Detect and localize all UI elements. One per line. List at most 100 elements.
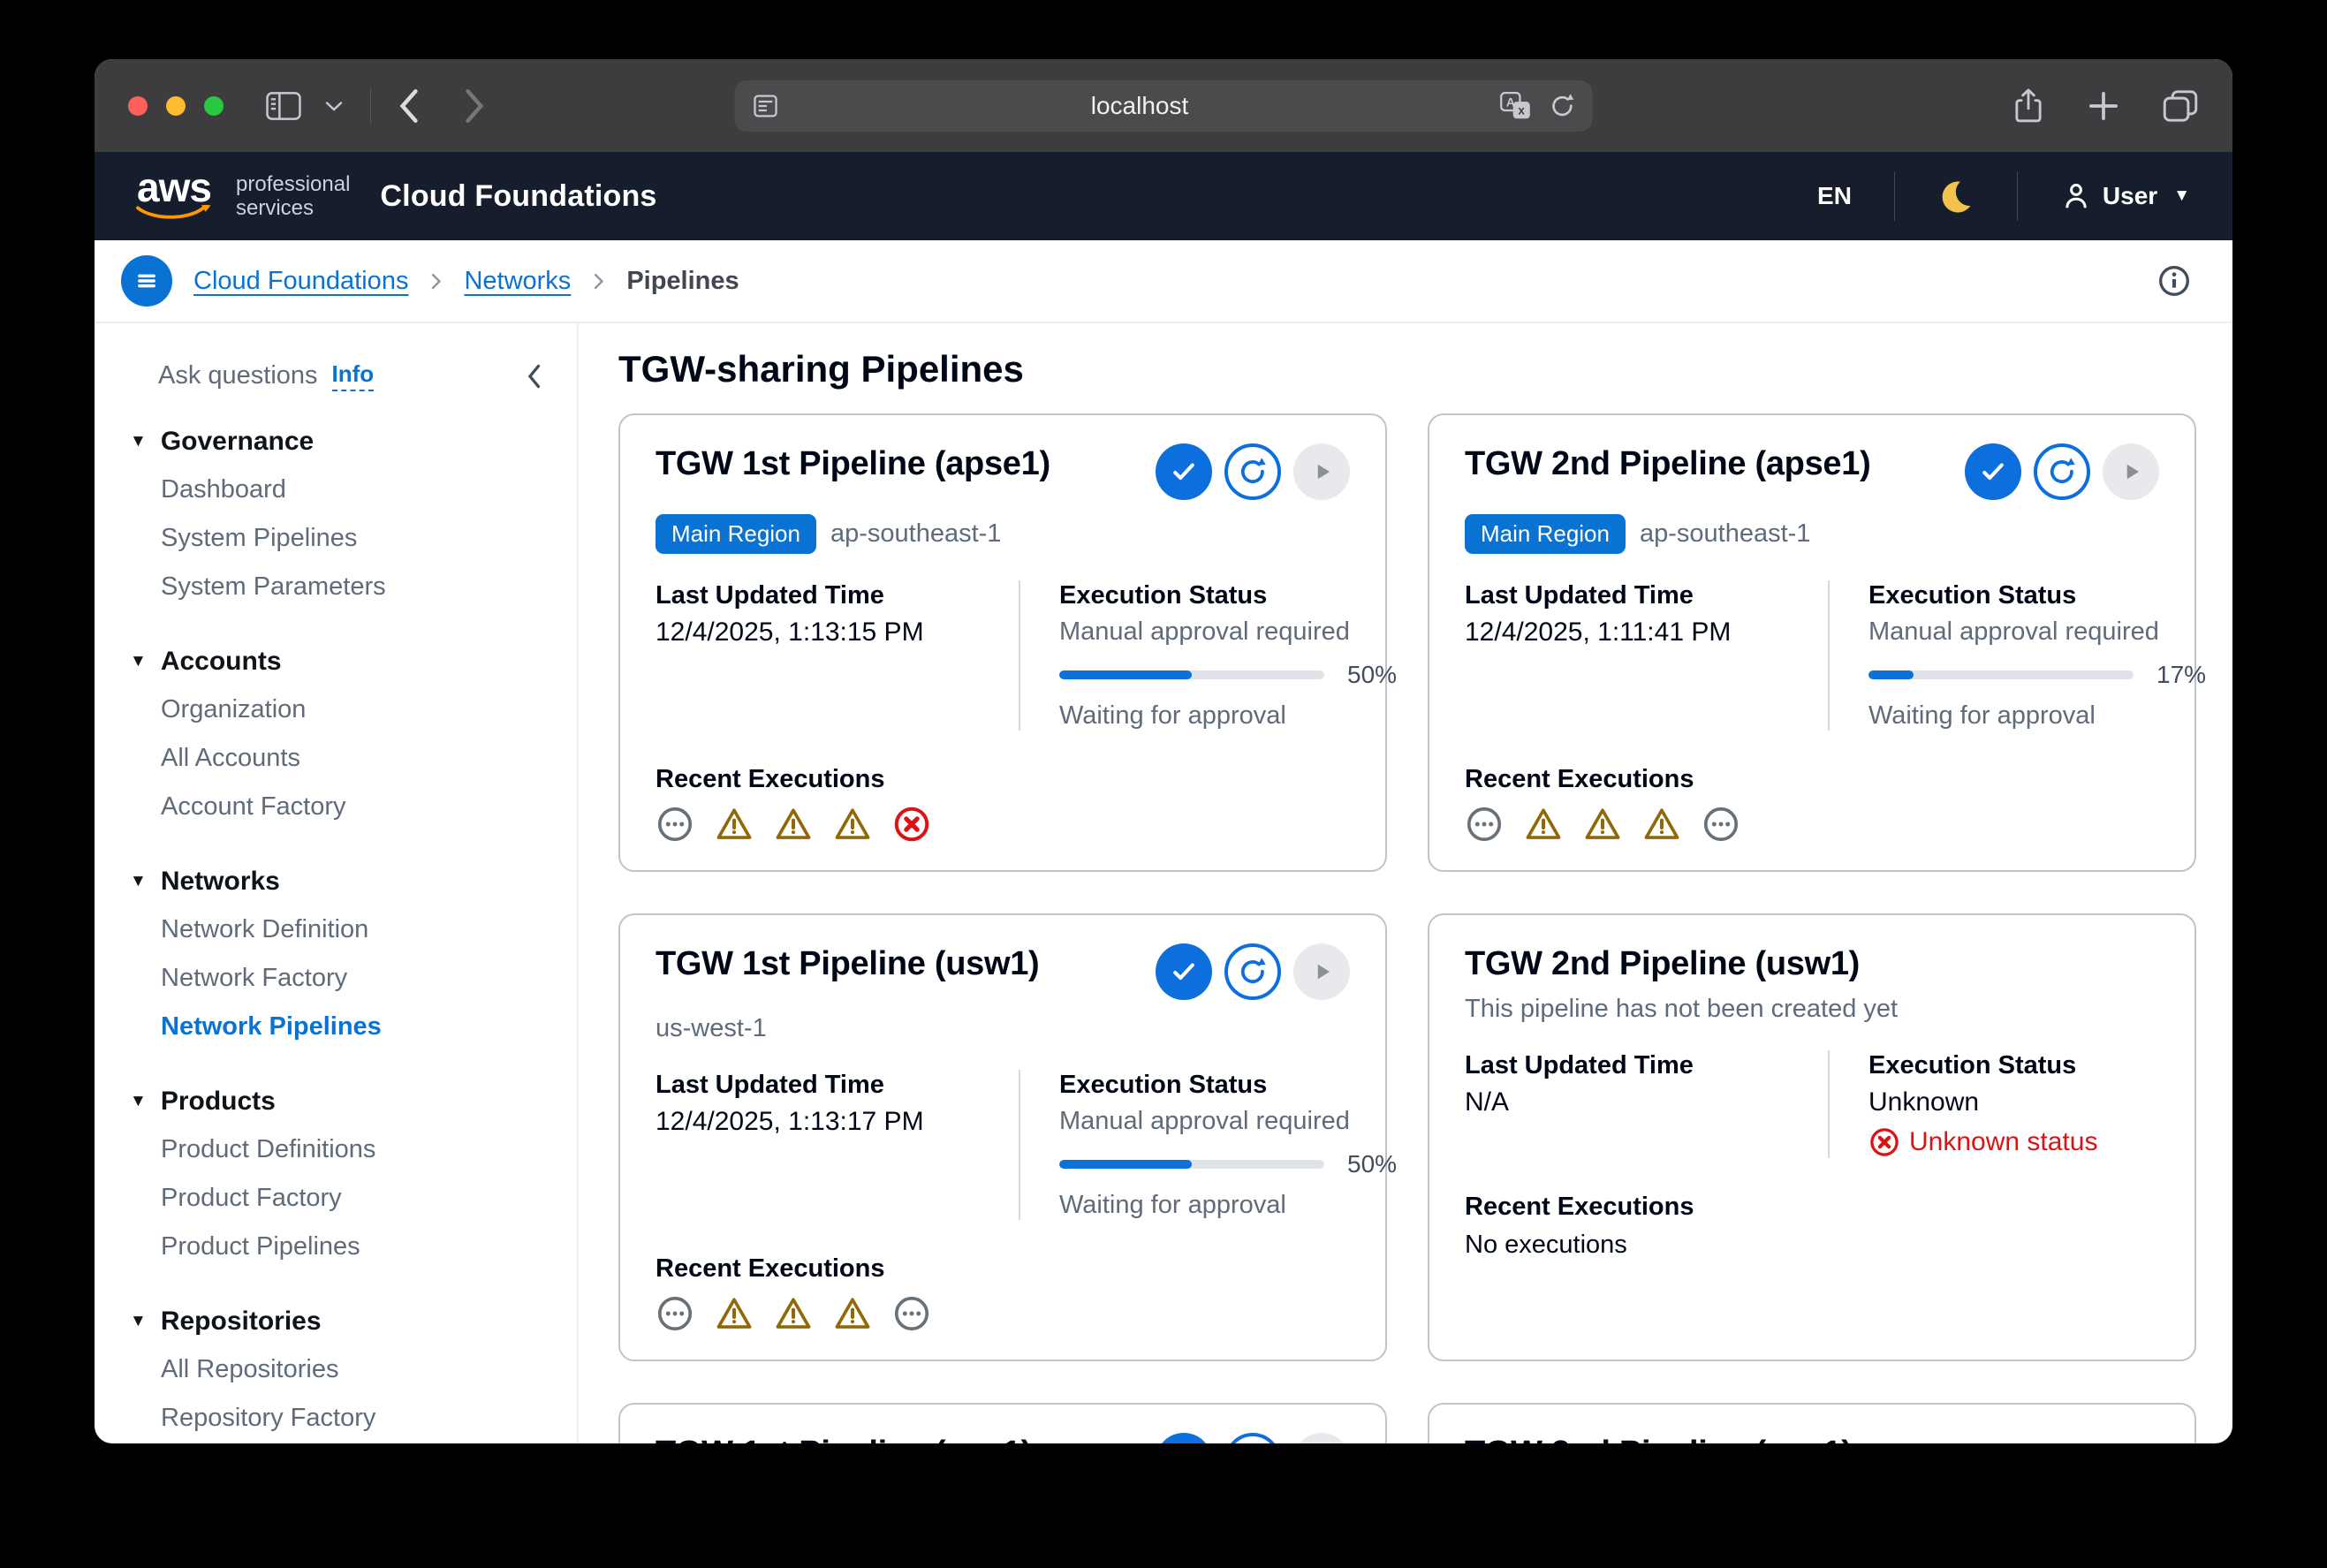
play-button[interactable]: [2103, 443, 2159, 500]
sidebar-item-network-pipelines[interactable]: Network Pipelines: [130, 1003, 550, 1051]
browser-toolbar: aea localhost Ax: [95, 59, 2232, 152]
execution-in-progress-icon[interactable]: [1702, 805, 1740, 844]
execution-in-progress-icon[interactable]: [656, 1294, 694, 1333]
play-button[interactable]: [1293, 1433, 1350, 1443]
nav-section-header[interactable]: ▼Governance: [130, 427, 550, 457]
sidebar-item-organization[interactable]: Organization: [130, 686, 550, 734]
last-updated-value: 12/4/2025, 1:11:41 PM: [1465, 617, 1828, 648]
no-executions-text: No executions: [1465, 1231, 2159, 1260]
chevron-down-icon[interactable]: [324, 100, 344, 112]
sidebar-item-network-definition[interactable]: Network Definition: [130, 905, 550, 954]
translate-icon[interactable]: Ax: [1499, 91, 1533, 121]
error-icon: [1868, 1126, 1900, 1158]
execution-warning-icon[interactable]: [774, 1294, 813, 1333]
breadcrumb-current: Pipelines: [626, 267, 739, 296]
sidebar-item-system-pipelines[interactable]: System Pipelines: [130, 514, 550, 563]
nav-section-header[interactable]: ▼Products: [130, 1087, 550, 1117]
play-button[interactable]: [1293, 443, 1350, 500]
breadcrumb-link-cloud-foundations[interactable]: Cloud Foundations: [193, 267, 408, 296]
info-link[interactable]: Info: [332, 360, 375, 391]
execution-in-progress-icon[interactable]: [892, 1294, 931, 1333]
play-icon: [1307, 457, 1337, 487]
execution-in-progress-icon[interactable]: [656, 805, 694, 844]
region-label: us-west-1: [656, 1014, 767, 1043]
in-progress-icon: [1702, 805, 1740, 844]
aws-logo-text: aws: [137, 170, 211, 205]
execution-warning-icon[interactable]: [1524, 805, 1563, 844]
theme-toggle-moon-icon[interactable]: [1932, 177, 1980, 216]
sidebar-item-product-definitions[interactable]: Product Definitions: [130, 1125, 550, 1174]
refresh-button[interactable]: [1224, 443, 1281, 500]
approve-button[interactable]: [1156, 943, 1212, 1000]
execution-status-label: Execution Status: [1868, 580, 2206, 610]
execution-warning-icon[interactable]: [715, 1294, 754, 1333]
sidebar-item-all-accounts[interactable]: All Accounts: [130, 734, 550, 783]
refresh-button[interactable]: [1224, 1433, 1281, 1443]
user-menu[interactable]: User ▼: [2055, 179, 2195, 213]
execution-warning-icon[interactable]: [833, 805, 872, 844]
sidebar-item-product-pipelines[interactable]: Product Pipelines: [130, 1223, 550, 1271]
main-region-badge: Main Region: [1465, 514, 1626, 554]
zoom-window-button[interactable]: [204, 96, 224, 116]
warning-icon: [715, 805, 754, 844]
last-updated-value: 12/4/2025, 1:13:15 PM: [656, 617, 1019, 648]
sidebar-item-system-parameters[interactable]: System Parameters: [130, 563, 550, 611]
execution-warning-icon[interactable]: [715, 805, 754, 844]
page-settings-icon[interactable]: [751, 91, 781, 121]
sidebar-item-account-factory[interactable]: Account Factory: [130, 783, 550, 831]
sidebar-item-repository-factory[interactable]: Repository Factory: [130, 1394, 550, 1443]
sidebar-item-dashboard[interactable]: Dashboard: [130, 466, 550, 514]
close-window-button[interactable]: [128, 96, 148, 116]
execution-note: Waiting for approval: [1059, 1191, 1397, 1220]
progress-percent: 50%: [1347, 1150, 1397, 1178]
execution-warning-icon[interactable]: [833, 1294, 872, 1333]
back-icon[interactable]: [398, 87, 421, 125]
triangle-down-icon: ▼: [130, 432, 147, 451]
sidebar-item-network-factory[interactable]: Network Factory: [130, 954, 550, 1003]
minimize-window-button[interactable]: [166, 96, 186, 116]
play-icon: [2116, 457, 2146, 487]
execution-status-value: Manual approval required: [1059, 617, 1397, 647]
approve-button[interactable]: [1156, 443, 1212, 500]
refresh-button[interactable]: [1224, 943, 1281, 1000]
chevron-right-icon: [587, 269, 610, 293]
tab-overview-icon[interactable]: [2162, 88, 2199, 124]
sidebar-item-product-factory[interactable]: Product Factory: [130, 1174, 550, 1223]
error-icon: [892, 805, 931, 844]
sidebar-item-all-repositories[interactable]: All Repositories: [130, 1345, 550, 1394]
sidebar-toggle-icon[interactable]: [266, 91, 301, 121]
execution-status-value: Manual approval required: [1059, 1107, 1397, 1136]
play-button[interactable]: [1293, 943, 1350, 1000]
recent-executions-icons: [656, 1294, 1350, 1333]
execution-warning-icon[interactable]: [1642, 805, 1681, 844]
nav-section-header[interactable]: ▼Networks: [130, 867, 550, 897]
refresh-button[interactable]: [2034, 443, 2090, 500]
reload-icon[interactable]: [1549, 91, 1577, 121]
info-icon[interactable]: [2151, 262, 2197, 299]
collapse-sidebar-icon[interactable]: [517, 362, 550, 390]
nav-section-products: ▼Products Product Definitions Product Fa…: [130, 1087, 550, 1271]
approve-button[interactable]: [1156, 1433, 1212, 1443]
address-bar[interactable]: localhost Ax: [735, 80, 1593, 132]
aws-logo[interactable]: aws professional services: [132, 170, 350, 223]
execution-status-value: Manual approval required: [1868, 617, 2206, 647]
new-tab-icon[interactable]: [2086, 88, 2121, 124]
region-label: ap-southeast-1: [1640, 519, 1810, 549]
breadcrumb-link-networks[interactable]: Networks: [464, 267, 571, 296]
execution-warning-icon[interactable]: [1583, 805, 1622, 844]
warning-icon: [774, 1294, 813, 1333]
warning-icon: [1642, 805, 1681, 844]
last-updated-value: 12/4/2025, 1:13:17 PM: [656, 1107, 1019, 1137]
progress-bar: [1868, 670, 2134, 679]
nav-section-header[interactable]: ▼Accounts: [130, 647, 550, 677]
approve-button[interactable]: [1965, 443, 2021, 500]
last-updated-label: Last Updated Time: [1465, 1050, 1828, 1080]
execution-warning-icon[interactable]: [774, 805, 813, 844]
share-icon[interactable]: [2012, 86, 2045, 126]
execution-in-progress-icon[interactable]: [1465, 805, 1504, 844]
hamburger-menu-button[interactable]: [121, 255, 172, 307]
execution-failed-icon[interactable]: [892, 805, 931, 844]
forward-icon[interactable]: [463, 87, 486, 125]
nav-section-header[interactable]: ▼Repositories: [130, 1307, 550, 1337]
language-selector[interactable]: EN: [1812, 181, 1857, 211]
